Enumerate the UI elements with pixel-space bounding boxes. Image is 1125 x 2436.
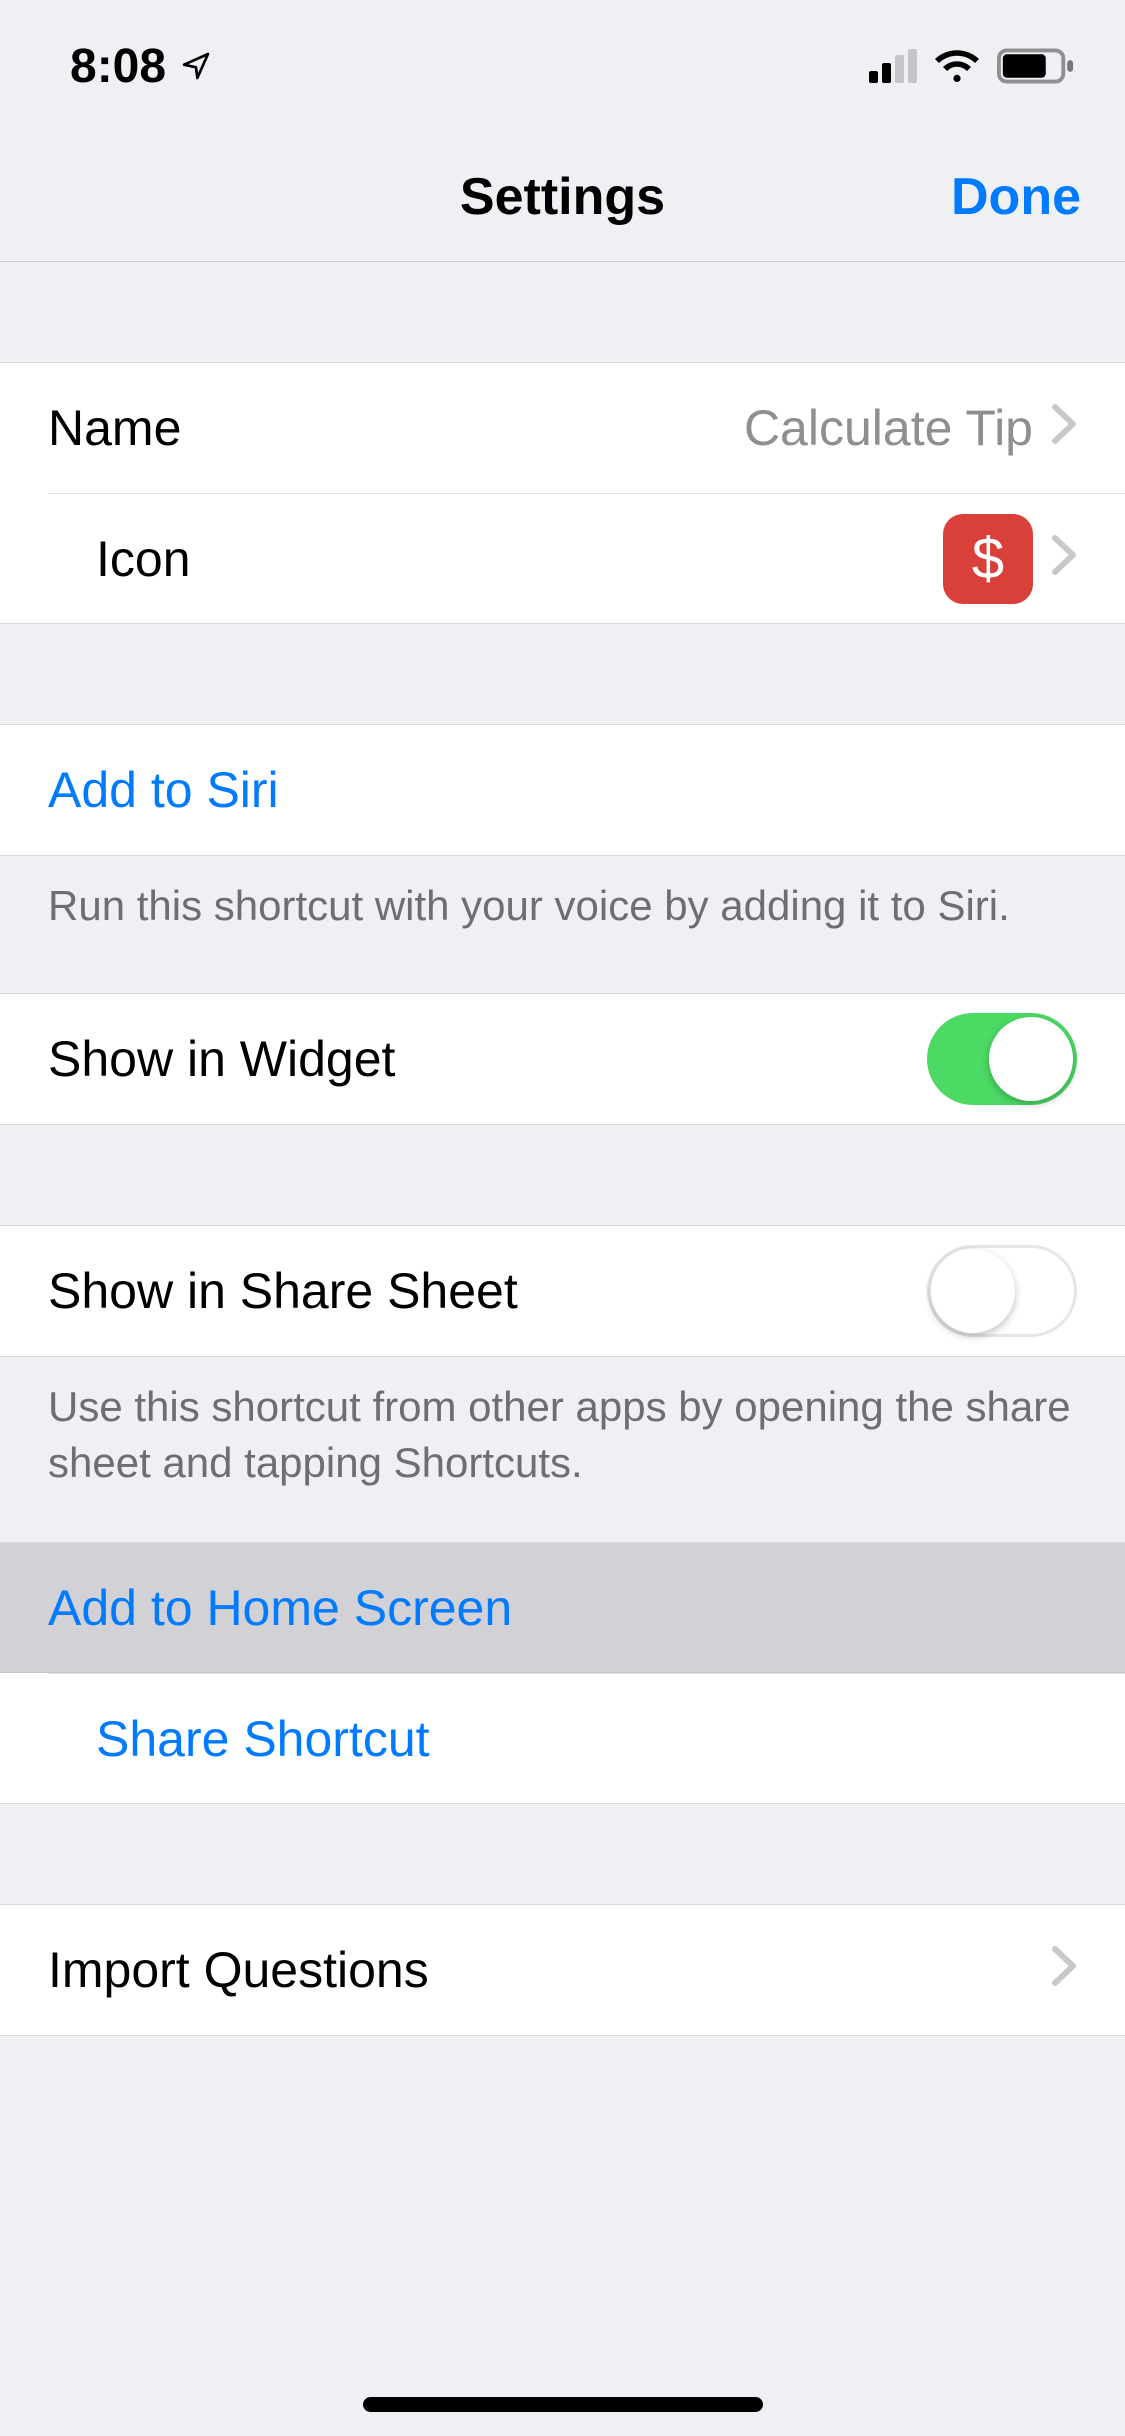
row-share-shortcut[interactable]: Share Shortcut [48,1673,1125,1803]
group-identity: Name Calculate Tip Icon $ [0,362,1125,624]
row-show-in-share-sheet: Show in Share Sheet [0,1226,1125,1356]
wifi-icon [933,48,981,84]
cellular-icon [869,49,917,83]
chevron-right-icon [1051,399,1077,457]
name-value: Calculate Tip [744,399,1033,457]
group-actions: Add to Home Screen Share Shortcut [0,1542,1125,1804]
group-widget: Show in Widget [0,993,1125,1125]
row-import-questions[interactable]: Import Questions [0,1905,1125,2035]
row-add-to-siri[interactable]: Add to Siri [0,725,1125,855]
widget-label: Show in Widget [48,1030,395,1088]
row-show-in-widget: Show in Widget [0,994,1125,1124]
sharesheet-footer: Use this shortcut from other apps by ope… [0,1357,1125,1518]
page-title: Settings [460,167,665,227]
group-siri: Add to Siri [0,724,1125,856]
row-icon[interactable]: Icon $ [48,493,1125,623]
sharesheet-toggle[interactable] [927,1245,1077,1337]
row-add-to-home-screen[interactable]: Add to Home Screen [0,1543,1125,1673]
sharesheet-label: Show in Share Sheet [48,1262,518,1320]
group-sharesheet: Show in Share Sheet [0,1225,1125,1357]
chevron-right-icon [1051,1941,1077,1999]
widget-toggle[interactable] [927,1013,1077,1105]
name-label: Name [48,399,181,457]
status-right [869,48,1075,84]
group-import: Import Questions [0,1904,1125,2036]
chevron-right-icon [1051,530,1077,588]
add-to-siri-label: Add to Siri [48,761,279,819]
location-icon [180,50,212,82]
home-indicator[interactable] [363,2397,763,2412]
battery-icon [997,48,1075,84]
nav-bar: Settings Done [0,132,1125,262]
done-button[interactable]: Done [951,167,1081,227]
homescreen-label: Add to Home Screen [48,1579,512,1637]
icon-label: Icon [96,530,191,588]
status-bar: 8:08 [0,0,1125,132]
shortcut-icon: $ [943,514,1033,604]
share-label: Share Shortcut [96,1710,430,1768]
status-left: 8:08 [70,39,212,94]
siri-footer: Run this shortcut with your voice by add… [0,856,1125,961]
row-name[interactable]: Name Calculate Tip [0,363,1125,493]
dollar-icon: $ [972,525,1004,592]
import-label: Import Questions [48,1941,429,1999]
status-time: 8:08 [70,39,166,94]
